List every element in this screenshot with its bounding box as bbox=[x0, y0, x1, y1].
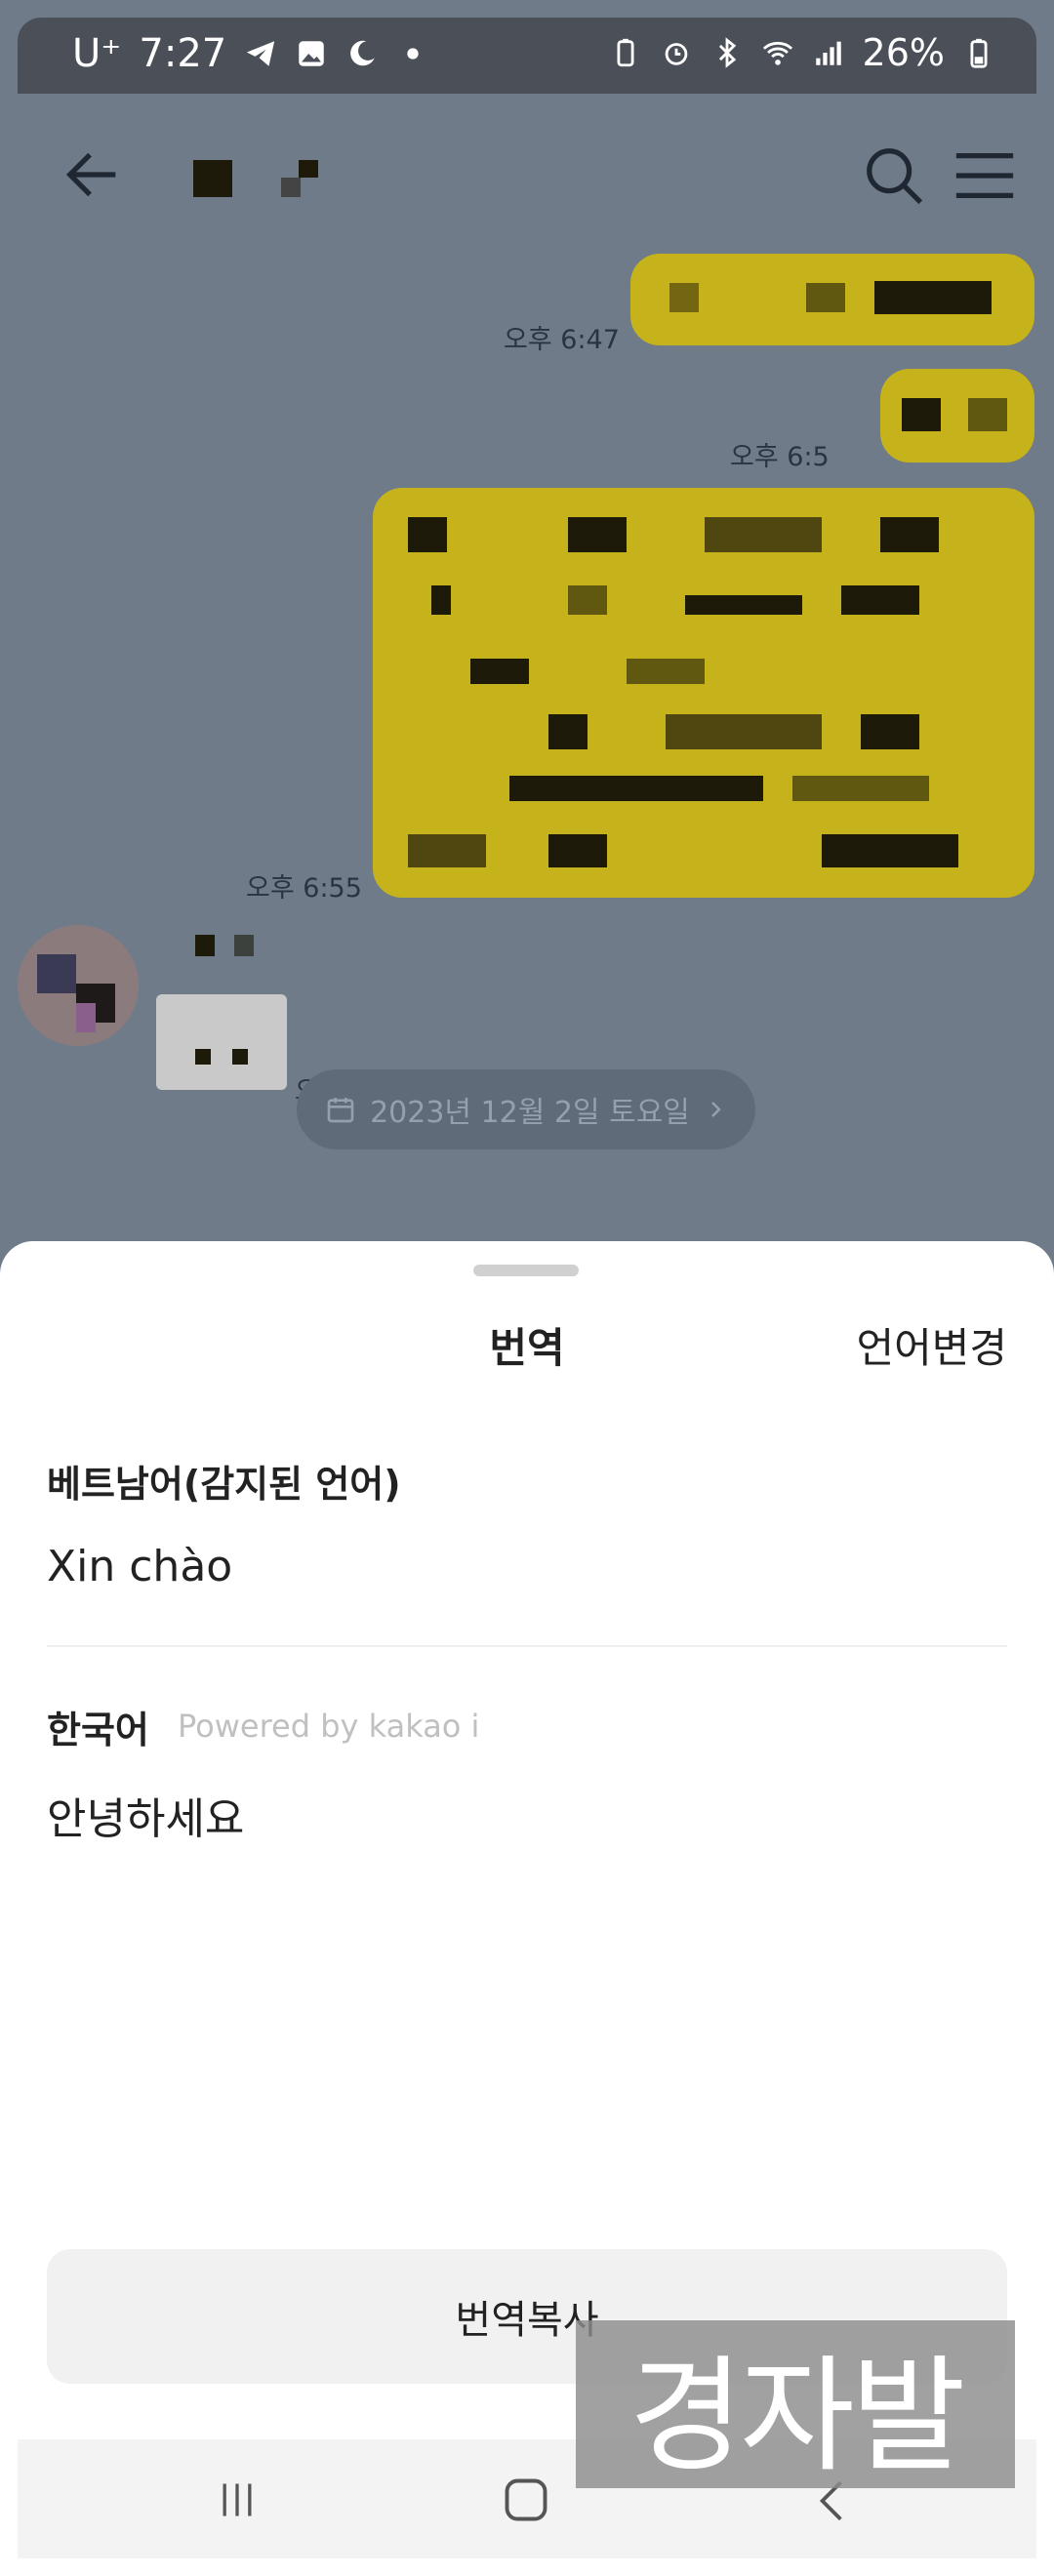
divider bbox=[47, 1645, 1007, 1647]
clock: 7:27 bbox=[139, 31, 227, 76]
message-bubble-redacted bbox=[880, 369, 1034, 463]
chat-area: 오후 6:47 오후 6:5 오후 6:55 2023년 12월 2일 토요일 bbox=[18, 94, 1036, 1265]
battery-icon bbox=[970, 38, 988, 68]
bluetooth-icon bbox=[718, 37, 736, 68]
chat-title-redacted bbox=[174, 154, 340, 201]
home-icon[interactable] bbox=[501, 2475, 551, 2525]
message-bubble-redacted bbox=[373, 488, 1034, 898]
source-language-label: 베트남어(감지된 언어) bbox=[47, 1463, 401, 1506]
alarm-icon bbox=[665, 43, 687, 65]
message-time: 오후 6:47 bbox=[504, 325, 620, 355]
signal-icon bbox=[815, 41, 841, 65]
battery-percent: 26% bbox=[862, 31, 945, 74]
status-right: 26% bbox=[609, 31, 995, 74]
avatar[interactable] bbox=[18, 925, 139, 1046]
date-divider[interactable]: 2023년 12월 2일 토요일 bbox=[297, 1069, 755, 1149]
dot-icon bbox=[407, 48, 419, 60]
telegram-icon bbox=[247, 41, 275, 66]
back-arrow-icon[interactable] bbox=[59, 141, 127, 209]
message-time: 오후 6:55 bbox=[246, 873, 362, 904]
status-bar: U⁺ 7:27 26% bbox=[18, 18, 1036, 94]
sheet-drag-handle[interactable] bbox=[473, 1265, 579, 1276]
gallery-icon bbox=[299, 41, 324, 66]
battery-saver-icon bbox=[617, 38, 634, 67]
date-divider-text: 2023년 12월 2일 토요일 bbox=[370, 1096, 690, 1130]
message-time: 오후 6:5 bbox=[730, 442, 830, 472]
change-language-button[interactable]: 언어변경 bbox=[856, 1315, 1007, 1375]
moon-icon bbox=[350, 40, 375, 66]
message-bubble-redacted bbox=[156, 994, 287, 1090]
search-icon[interactable] bbox=[861, 142, 929, 211]
calendar-icon bbox=[327, 1098, 354, 1123]
menu-icon[interactable] bbox=[951, 146, 1019, 205]
watermark: 경자발 bbox=[576, 2320, 1015, 2489]
translated-text: 안녕하세요 bbox=[47, 1794, 245, 1844]
chevron-right-icon bbox=[711, 1102, 721, 1117]
sender-name-redacted bbox=[156, 935, 273, 960]
source-text: Xin chào bbox=[47, 1542, 233, 1591]
recent-apps-icon[interactable] bbox=[213, 2478, 262, 2521]
wifi-icon bbox=[762, 41, 792, 65]
powered-by-label: Powered by kakao i bbox=[178, 1708, 480, 1745]
carrier-label: U⁺ bbox=[72, 31, 122, 76]
message-bubble-redacted bbox=[630, 254, 1034, 345]
status-left: U⁺ 7:27 bbox=[72, 31, 429, 76]
target-language-label: 한국어 bbox=[47, 1709, 149, 1751]
